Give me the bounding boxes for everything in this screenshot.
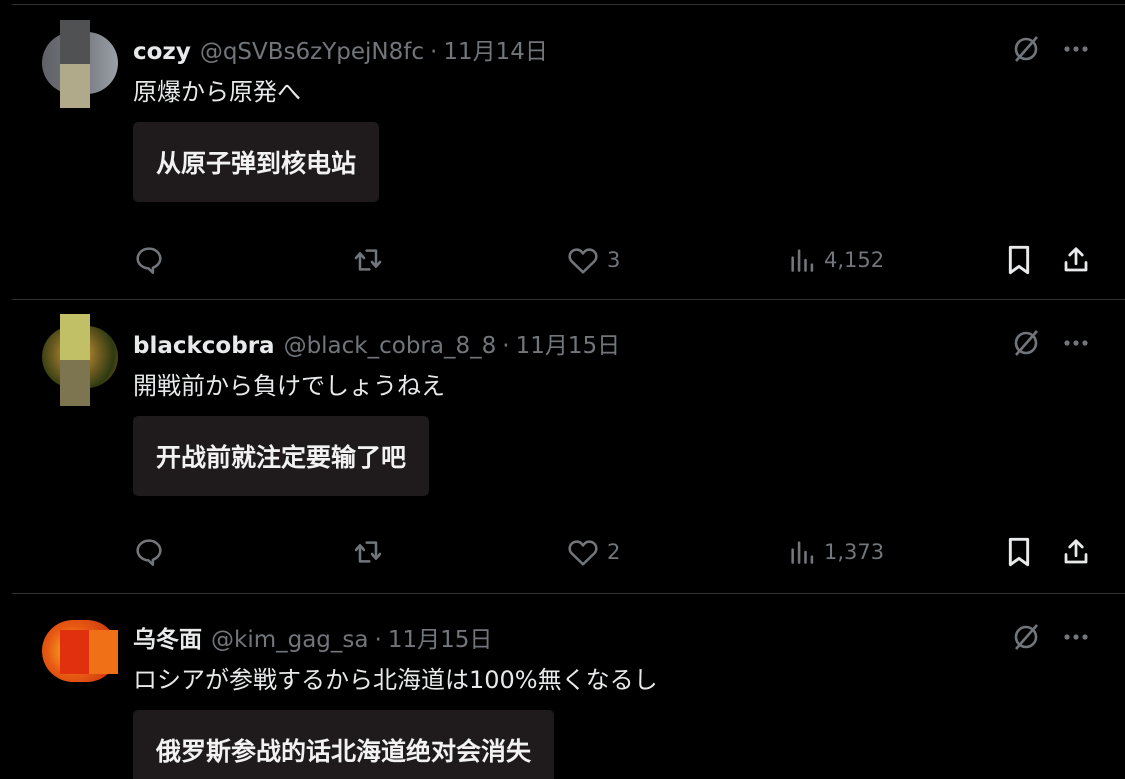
views-button[interactable]: 4,152 [788, 242, 884, 278]
translation-box: 俄罗斯参战的话北海道绝对会消失 [133, 710, 555, 779]
post-text: ロシアが参戦するから北海道は100%無くなるし [133, 666, 658, 694]
like-button[interactable]: 2 [567, 534, 620, 570]
share-icon [1061, 244, 1091, 276]
divider [12, 593, 1125, 594]
views-bar-icon [788, 246, 816, 274]
like-button[interactable]: 3 [567, 242, 620, 278]
more-dots-icon[interactable] [1063, 339, 1089, 347]
redaction-block [60, 314, 90, 406]
heart-icon [567, 537, 599, 567]
heart-icon [567, 245, 599, 275]
repost-button[interactable] [351, 242, 385, 278]
share-button[interactable] [1061, 242, 1091, 278]
redaction-block [60, 630, 118, 674]
reply-button[interactable] [133, 242, 165, 278]
timeline-feed: cozy @qSVBs6zYpejN8fc · 11月14日 原爆から原発へ 从… [0, 0, 1125, 779]
views-bar-icon [788, 538, 816, 566]
post-header: blackcobra @black_cobra_8_8 · 11月15日 [133, 326, 620, 359]
more-dots-icon[interactable] [1063, 45, 1089, 53]
bookmark-button[interactable] [1005, 242, 1033, 278]
display-name[interactable]: cozy [133, 39, 191, 65]
post-date[interactable]: 11月14日 [443, 32, 548, 66]
repost-icon [351, 536, 385, 568]
post-text: 開戦前から負けでしょうねえ [133, 372, 445, 400]
post-date[interactable]: 11月15日 [516, 326, 621, 360]
translation-box: 从原子弹到核电站 [133, 122, 380, 202]
like-count: 3 [607, 248, 621, 272]
separator-dot: · [502, 333, 510, 359]
post-text: 原爆から原発へ [133, 78, 301, 106]
repost-icon [351, 244, 385, 276]
action-bar: 2 1,373 [133, 534, 1095, 570]
divider [12, 4, 1125, 5]
separator-dot: · [374, 627, 382, 653]
post-header: 乌冬面 @kim_gag_sa · 11月15日 [133, 620, 492, 653]
reply-button[interactable] [133, 534, 165, 570]
bookmark-icon [1005, 244, 1033, 276]
bookmark-icon [1005, 536, 1033, 568]
translation-box: 开战前就注定要输了吧 [133, 416, 430, 496]
repost-button[interactable] [351, 534, 385, 570]
redaction-block [60, 20, 90, 108]
more-dots-icon[interactable] [1063, 633, 1089, 641]
action-bar: 3 4,152 [133, 242, 1095, 278]
post-date[interactable]: 11月15日 [388, 620, 493, 654]
views-button[interactable]: 1,373 [788, 534, 884, 570]
user-handle[interactable]: @kim_gag_sa [211, 627, 369, 653]
reply-icon [133, 244, 165, 276]
separator-dot: · [430, 39, 438, 65]
user-handle[interactable]: @black_cobra_8_8 [284, 333, 497, 359]
slashed-circle-icon[interactable] [1011, 34, 1041, 64]
slashed-circle-icon[interactable] [1011, 622, 1041, 652]
bookmark-button[interactable] [1005, 534, 1033, 570]
reply-icon [133, 536, 165, 568]
post-header: cozy @qSVBs6zYpejN8fc · 11月14日 [133, 32, 548, 65]
view-count: 1,373 [824, 540, 885, 564]
share-button[interactable] [1061, 534, 1091, 570]
display-name[interactable]: 乌冬面 [133, 620, 202, 654]
share-icon [1061, 536, 1091, 568]
slashed-circle-icon[interactable] [1011, 328, 1041, 358]
user-handle[interactable]: @qSVBs6zYpejN8fc [200, 39, 424, 65]
like-count: 2 [607, 540, 621, 564]
view-count: 4,152 [824, 248, 885, 272]
display-name[interactable]: blackcobra [133, 333, 275, 359]
divider [12, 299, 1125, 300]
